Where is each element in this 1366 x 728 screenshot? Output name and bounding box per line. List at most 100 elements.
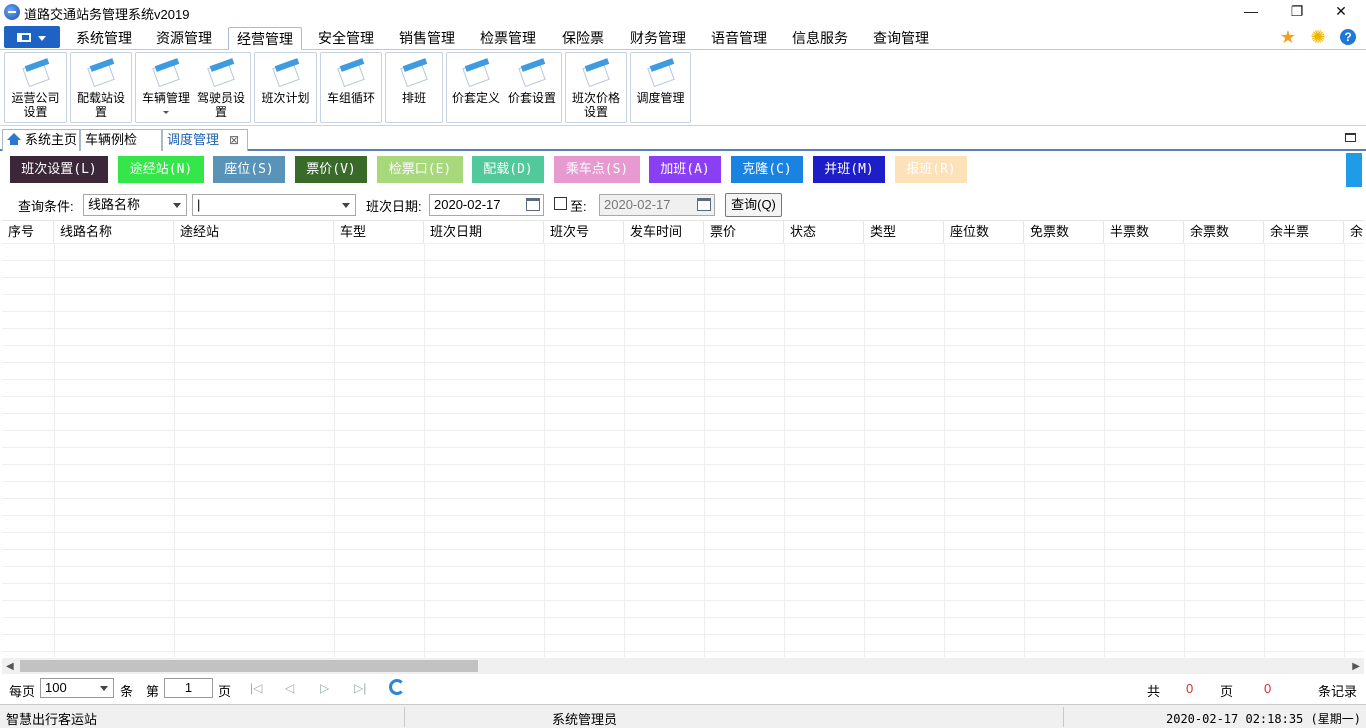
schedule-plan-button[interactable]: 班次计划: [255, 53, 316, 122]
extra-shift-button[interactable]: 加班(A): [649, 156, 721, 183]
menu-tab-system[interactable]: 系统管理: [70, 27, 138, 50]
grid-row-line: [2, 617, 1364, 618]
col-remaining-tickets[interactable]: 余票数: [1184, 221, 1264, 243]
help-icon[interactable]: ?: [1340, 29, 1356, 45]
restore-button[interactable]: ❐: [1274, 0, 1320, 24]
horizontal-scrollbar[interactable]: ◀ ▶: [2, 658, 1364, 674]
grid-column-line: [1184, 243, 1185, 657]
document-icon: [87, 58, 115, 88]
driver-settings-button[interactable]: 驾驶员设置: [192, 53, 250, 122]
via-stations-button[interactable]: 途经站(N): [118, 156, 204, 183]
station-name: 智慧出行客运站: [6, 712, 98, 727]
menu-tab-query[interactable]: 查询管理: [867, 27, 935, 50]
grid-row-line: [2, 345, 1364, 346]
tab-vehicle-inspection[interactable]: 车辆例检: [80, 129, 162, 151]
calendar-icon[interactable]: [697, 198, 711, 211]
document-icon: [400, 58, 428, 88]
menu-tab-info[interactable]: 信息服务: [786, 27, 854, 50]
vehicle-management-button[interactable]: 车辆管理: [136, 53, 196, 122]
col-status[interactable]: 状态: [784, 221, 864, 243]
tab-home[interactable]: 系统主页: [2, 129, 80, 151]
price-set-settings-button[interactable]: 价套设置: [503, 53, 561, 122]
col-remaining-more[interactable]: 余: [1344, 221, 1364, 243]
last-page-icon[interactable]: ▷|: [354, 681, 366, 695]
col-seats[interactable]: 座位数: [944, 221, 1024, 243]
query-condition-select[interactable]: 线路名称: [83, 194, 187, 216]
date-to-checkbox[interactable]: [554, 197, 567, 210]
price-set-define-button[interactable]: 价套定义: [447, 53, 505, 122]
menu-tab-voice[interactable]: 语音管理: [705, 27, 773, 50]
report-shift-button[interactable]: 报班(R): [895, 156, 967, 183]
page-number-input[interactable]: 1: [164, 678, 213, 698]
col-fare[interactable]: 票价: [704, 221, 784, 243]
schedule-settings-button[interactable]: 班次设置(L): [10, 156, 108, 183]
grid-column-line: [1344, 243, 1345, 657]
menu-tab-sales[interactable]: 销售管理: [393, 27, 461, 50]
tab-dispatch-management[interactable]: 调度管理 ⊠: [162, 129, 248, 151]
col-remaining-half[interactable]: 余半票: [1264, 221, 1344, 243]
vertical-scroll-indicator[interactable]: [1346, 153, 1362, 187]
col-route-name[interactable]: 线路名称: [54, 221, 174, 243]
prev-page-icon[interactable]: ◁: [285, 681, 294, 695]
date-to-input[interactable]: 2020-02-17: [599, 194, 715, 216]
menu-tab-insurance[interactable]: 保险票: [556, 27, 610, 50]
fares-button[interactable]: 票价(V): [295, 156, 367, 183]
grid-column-line: [1264, 243, 1265, 657]
schedule-date-label: 班次日期:: [366, 199, 422, 214]
scroll-thumb[interactable]: [20, 660, 478, 672]
seats-button[interactable]: 座位(S): [213, 156, 285, 183]
company-settings-button[interactable]: 运营公司 设置: [5, 53, 66, 122]
calendar-icon[interactable]: [526, 198, 540, 211]
document-icon: [337, 58, 365, 88]
close-tab-icon[interactable]: ⊠: [229, 130, 239, 150]
boarding-point-button[interactable]: 乘车点(S): [554, 156, 640, 183]
ticket-gate-button[interactable]: 检票口(E): [377, 156, 463, 183]
first-page-icon[interactable]: |◁: [250, 681, 262, 695]
maximize-panel-icon[interactable]: [1345, 133, 1356, 142]
menu-bar: 系统管理 资源管理 经营管理 安全管理 销售管理 检票管理 保险票 财务管理 语…: [0, 24, 1366, 50]
query-keyword-input[interactable]: |: [192, 194, 356, 216]
next-page-icon[interactable]: ▷: [320, 681, 329, 695]
menu-tab-resources[interactable]: 资源管理: [150, 27, 218, 50]
close-window-button[interactable]: ✕: [1318, 0, 1364, 24]
menu-tab-ticket-check[interactable]: 检票管理: [474, 27, 542, 50]
schedule-price-button[interactable]: 班次价格 设置: [566, 53, 626, 122]
col-free-tickets[interactable]: 免票数: [1024, 221, 1104, 243]
window-title: 道路交通站务管理系统v2019: [24, 7, 190, 22]
col-schedule-no[interactable]: 班次号: [544, 221, 624, 243]
col-via-stations[interactable]: 途经站: [174, 221, 334, 243]
grid-row-line: [2, 566, 1364, 567]
menu-tab-finance[interactable]: 财务管理: [624, 27, 692, 50]
col-type[interactable]: 类型: [864, 221, 944, 243]
per-page-select[interactable]: 100: [40, 678, 114, 698]
grid-row-line: [2, 243, 1364, 244]
merge-shift-button[interactable]: 并班(M): [813, 156, 885, 183]
search-button[interactable]: 查询(Q): [725, 193, 782, 217]
menu-tab-safety[interactable]: 安全管理: [312, 27, 380, 50]
dispatch-management-button[interactable]: 调度管理: [631, 53, 690, 122]
col-index[interactable]: 序号: [2, 221, 54, 243]
schedule-table[interactable]: 序号 线路名称 途经站 车型 班次日期 班次号 发车时间 票价 状态 类型 座位…: [2, 220, 1364, 657]
app-menu-button[interactable]: [4, 26, 60, 48]
scroll-right-icon[interactable]: ▶: [1352, 661, 1360, 672]
shift-scheduling-button[interactable]: 排班: [386, 53, 442, 122]
ribbon-group-plan: 班次计划: [254, 52, 317, 123]
stowage-station-button[interactable]: 配载站设置: [71, 53, 131, 122]
col-half-tickets[interactable]: 半票数: [1104, 221, 1184, 243]
stowage-button[interactable]: 配载(D): [472, 156, 544, 183]
app-logo-icon: [4, 4, 20, 20]
clone-button[interactable]: 克隆(C): [731, 156, 803, 183]
refresh-icon[interactable]: [389, 679, 405, 695]
grid-column-line: [624, 243, 625, 657]
vehicle-cycle-button[interactable]: 车组循环: [321, 53, 381, 122]
date-from-input[interactable]: 2020-02-17: [429, 194, 544, 216]
col-vehicle-type[interactable]: 车型: [334, 221, 424, 243]
grid-row-line: [2, 464, 1364, 465]
star-icon[interactable]: ★: [1278, 27, 1298, 47]
minimize-button[interactable]: —: [1228, 0, 1274, 24]
scroll-left-icon[interactable]: ◀: [6, 661, 14, 672]
col-departure-time[interactable]: 发车时间: [624, 221, 704, 243]
gear-icon[interactable]: ✺: [1308, 27, 1328, 47]
menu-tab-operations[interactable]: 经营管理: [228, 27, 302, 50]
col-schedule-date[interactable]: 班次日期: [424, 221, 544, 243]
